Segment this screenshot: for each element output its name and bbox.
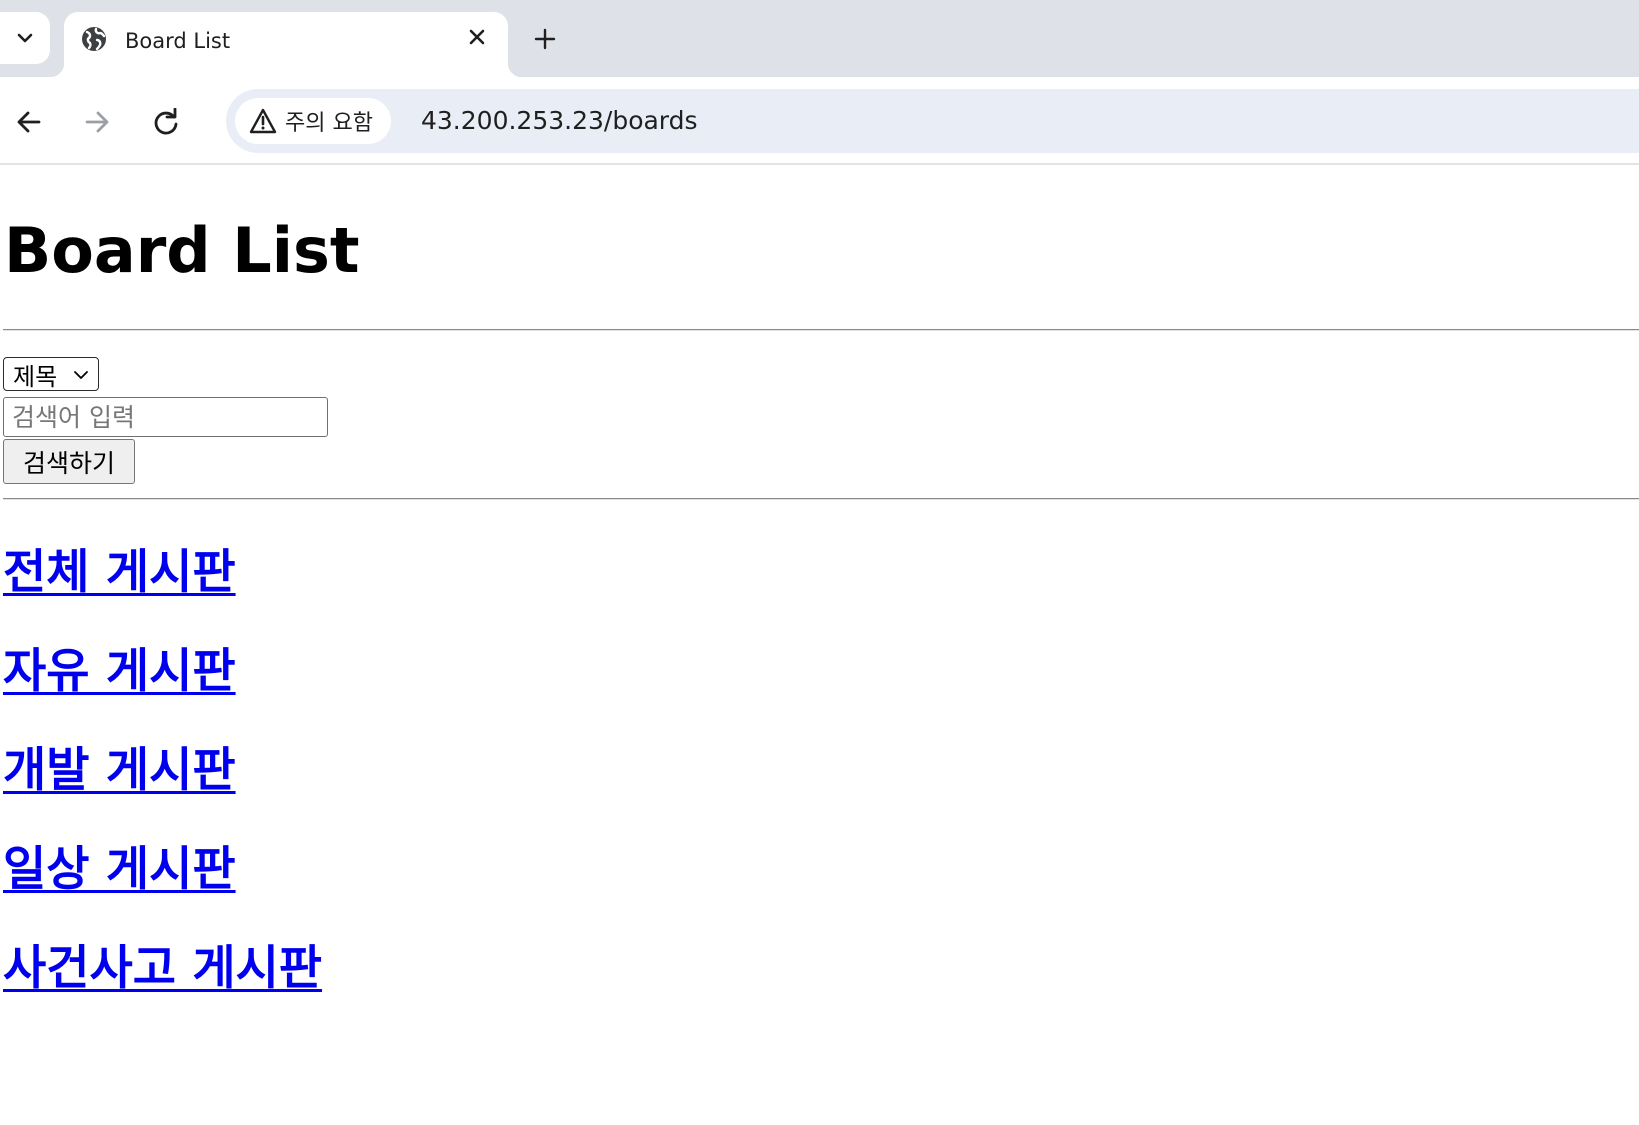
plus-icon <box>534 28 556 50</box>
board-link-daily[interactable]: 일상 게시판 <box>3 834 236 906</box>
list-item: 전체 게시판 <box>3 537 322 636</box>
search-input[interactable] <box>3 397 328 437</box>
arrow-left-icon <box>17 111 41 133</box>
new-tab-button[interactable] <box>530 24 560 54</box>
security-indicator[interactable]: 주의 요함 <box>235 98 391 144</box>
list-item: 일상 게시판 <box>3 834 322 933</box>
address-bar[interactable]: 주의 요함 43.200.253.23/boards <box>226 89 1639 153</box>
arrow-right-icon <box>85 111 109 133</box>
list-item: 자유 게시판 <box>3 636 322 735</box>
divider-bottom <box>3 498 1639 500</box>
search-type-value: 제목 <box>13 362 58 391</box>
board-link-incident[interactable]: 사건사고 게시판 <box>3 933 322 1005</box>
board-list: 전체 게시판 자유 게시판 개발 게시판 일상 게시판 사건사고 게시판 <box>3 537 322 1032</box>
tab-title: Board List <box>125 29 231 53</box>
chevron-down-icon <box>17 33 33 43</box>
back-button[interactable] <box>11 104 47 140</box>
board-link-dev[interactable]: 개발 게시판 <box>3 735 236 807</box>
page-title: Board List <box>4 214 360 287</box>
globe-icon <box>82 27 106 51</box>
reload-button[interactable] <box>148 104 184 140</box>
browser-toolbar: 주의 요함 43.200.253.23/boards <box>0 77 1639 165</box>
url-text[interactable]: 43.200.253.23/boards <box>421 107 698 135</box>
board-link-free[interactable]: 자유 게시판 <box>3 636 236 708</box>
search-type-select[interactable]: 제목 <box>3 357 99 391</box>
divider-top <box>3 329 1639 331</box>
active-tab[interactable]: Board List <box>50 12 522 77</box>
tab-strip: Board List <box>0 0 1639 77</box>
chevron-down-icon <box>74 371 88 379</box>
forward-button[interactable] <box>79 104 115 140</box>
close-icon <box>469 29 485 45</box>
tab-close-button[interactable] <box>464 24 490 50</box>
reload-icon <box>154 108 178 135</box>
list-item: 개발 게시판 <box>3 735 322 834</box>
warning-triangle-icon <box>249 108 277 134</box>
board-link-all[interactable]: 전체 게시판 <box>3 537 236 609</box>
tab-search-button[interactable] <box>0 12 50 64</box>
search-button[interactable]: 검색하기 <box>3 439 135 484</box>
page-content: Board List 제목 검색하기 전체 게시판 자유 게시판 개발 게시판 … <box>0 167 1639 1125</box>
security-label: 주의 요함 <box>285 111 373 136</box>
list-item: 사건사고 게시판 <box>3 933 322 1032</box>
